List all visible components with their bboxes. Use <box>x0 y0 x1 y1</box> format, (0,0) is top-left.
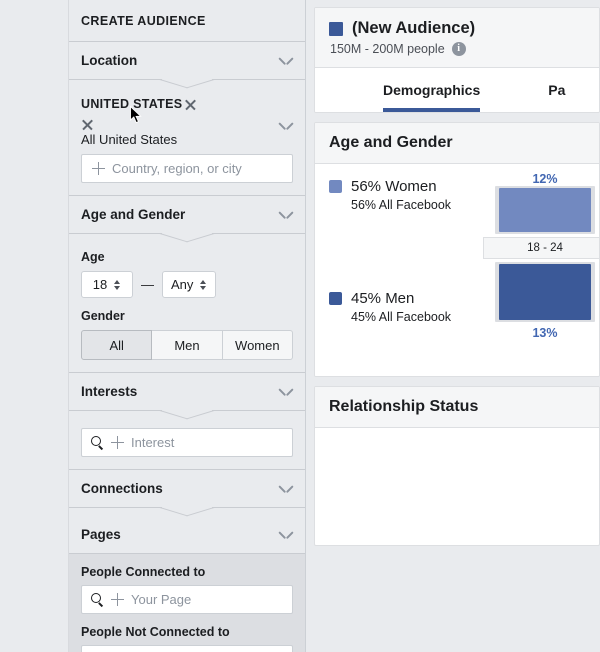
section-body-interests: Interest <box>69 419 305 469</box>
age-gender-chart: 56% Women 56% All Facebook 45% Men 45% A… <box>315 164 599 376</box>
audience-reach: 150M - 200M people <box>330 42 445 56</box>
search-icon <box>91 593 104 607</box>
tab-demographics[interactable]: Demographics <box>349 68 514 112</box>
bar-track-men <box>495 262 595 322</box>
gender-option-men[interactable]: Men <box>152 330 223 360</box>
divider-notch <box>69 233 305 242</box>
audience-header-card: (New Audience) 150M - 200M people i Demo… <box>314 7 600 113</box>
audience-insights-app: CREATE AUDIENCE Location UNITED STATES A… <box>0 0 600 652</box>
chevron-down-icon <box>279 56 293 65</box>
age-gender-card-title: Age and Gender <box>329 134 453 151</box>
age-min-value: 18 <box>92 277 108 292</box>
people-not-connected-input[interactable]: Your Page <box>81 645 293 652</box>
stepper-icon <box>200 279 207 291</box>
audience-summary: (New Audience) 150M - 200M people i <box>315 8 599 68</box>
section-label-interests: Interests <box>81 384 138 399</box>
people-connected-input[interactable]: Your Page <box>81 585 293 614</box>
section-label-age-gender: Age and Gender <box>81 207 186 222</box>
age-label: Age <box>81 250 105 264</box>
section-label-pages: Pages <box>81 527 121 542</box>
create-audience-sidebar: CREATE AUDIENCE Location UNITED STATES A… <box>68 0 306 652</box>
age-max-value: Any <box>171 277 194 292</box>
tab-page-likes[interactable]: Pa <box>514 68 599 112</box>
chevron-down-icon <box>279 387 293 396</box>
location-region-label: UNITED STATES <box>81 97 183 111</box>
people-connected-placeholder: Your Page <box>131 592 192 607</box>
legend-women-label: 56% Women <box>351 178 437 195</box>
plus-icon <box>92 162 105 175</box>
left-gutter <box>0 0 68 652</box>
bar-track-women <box>495 186 595 234</box>
x-icon-remove-location[interactable] <box>81 118 94 131</box>
section-body-age-gender: Age 18 — Any Gender All Men Women <box>69 242 305 372</box>
relationship-status-card: Relationship Status <box>314 386 600 546</box>
divider-notch <box>69 507 305 516</box>
divider-notch <box>69 410 305 419</box>
section-header-interests[interactable]: Interests <box>69 373 305 410</box>
search-icon <box>91 436 104 450</box>
gender-label: Gender <box>81 309 125 323</box>
age-range-row: 18 — Any <box>81 271 293 298</box>
age-gender-card-header: Age and Gender <box>315 123 599 164</box>
age-range-separator: — <box>141 277 154 292</box>
audience-name: (New Audience) <box>352 19 476 37</box>
location-region-title: UNITED STATES <box>81 94 293 111</box>
section-label-location: Location <box>81 53 138 68</box>
location-selected-row: All United States <box>81 118 293 148</box>
bar-value-women: 12% <box>532 172 558 186</box>
plus-icon <box>111 436 124 449</box>
section-header-connections[interactable]: Connections <box>69 470 305 507</box>
people-not-connected-label: People Not Connected to <box>81 625 230 639</box>
main-panel: (New Audience) 150M - 200M people i Demo… <box>306 0 600 652</box>
interest-search-placeholder: Interest <box>131 435 175 450</box>
bar-fill-men <box>499 264 591 320</box>
section-body-pages: People Connected to Your Page People Not… <box>69 554 305 652</box>
interest-search-input[interactable]: Interest <box>81 428 293 457</box>
audience-color-swatch <box>329 21 343 36</box>
legend-men-main: 45% Men <box>329 290 451 307</box>
section-header-location[interactable]: Location <box>69 42 305 79</box>
age-min-select[interactable]: 18 <box>81 271 133 298</box>
section-header-pages[interactable]: Pages <box>69 516 305 553</box>
plus-icon <box>111 593 124 606</box>
legend-men-benchmark: 45% All Facebook <box>351 310 452 324</box>
age-bucket-tooltip: 18 - 24 <box>483 237 599 259</box>
tab-bar: Demographics Pa <box>315 68 599 112</box>
divider-notch <box>69 79 305 88</box>
gender-option-women[interactable]: Women <box>222 330 293 360</box>
legend-men-label: 45% Men <box>351 290 415 307</box>
legend-swatch-men <box>329 292 342 305</box>
x-icon-region[interactable] <box>184 98 197 111</box>
legend-women: 56% Women 56% All Facebook <box>329 178 451 212</box>
age-gender-card: Age and Gender 56% Women 56% All Faceboo… <box>314 122 600 377</box>
stepper-icon <box>114 279 121 291</box>
chevron-down-icon <box>279 210 293 219</box>
gender-option-all[interactable]: All <box>81 330 153 360</box>
gender-toggle-group: All Men Women <box>81 330 293 360</box>
bar-value-men: 13% <box>532 326 558 340</box>
audience-reach-row: 150M - 200M people i <box>329 42 585 56</box>
people-connected-label: People Connected to <box>81 565 206 579</box>
legend-women-benchmark: 56% All Facebook <box>351 198 452 212</box>
chevron-down-icon <box>279 484 293 493</box>
sidebar-title: CREATE AUDIENCE <box>81 14 206 28</box>
legend-men: 45% Men 45% All Facebook <box>329 290 451 324</box>
relationship-status-card-header: Relationship Status <box>315 387 599 428</box>
bar-fill-women <box>499 188 591 232</box>
legend-swatch-women <box>329 180 342 193</box>
location-item-label: All United States <box>81 132 178 147</box>
relationship-status-card-title: Relationship Status <box>329 398 479 415</box>
audience-title-row: (New Audience) <box>329 19 585 38</box>
chevron-down-icon <box>279 530 293 539</box>
info-icon[interactable]: i <box>451 42 466 56</box>
legend-women-main: 56% Women <box>329 178 451 195</box>
section-body-location: UNITED STATES All United States Country,… <box>69 88 305 195</box>
bar-column-18-24[interactable]: 12% 18 - 24 13% <box>483 172 599 340</box>
location-search-input[interactable]: Country, region, or city <box>81 154 293 183</box>
location-search-placeholder: Country, region, or city <box>112 161 242 176</box>
chevron-down-icon-location-item[interactable] <box>279 121 293 130</box>
age-max-select[interactable]: Any <box>162 271 217 298</box>
section-header-age-gender[interactable]: Age and Gender <box>69 196 305 233</box>
section-label-connections: Connections <box>81 481 163 496</box>
